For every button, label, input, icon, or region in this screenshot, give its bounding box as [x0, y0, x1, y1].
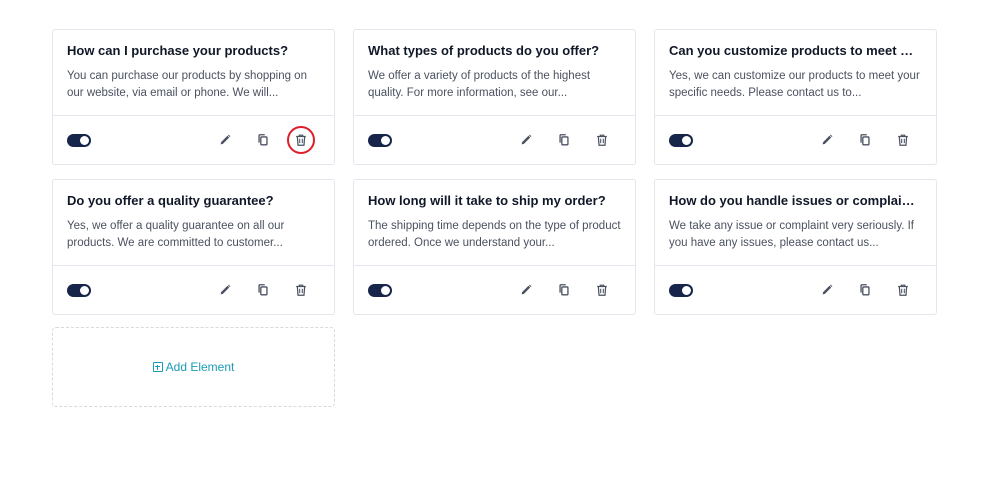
- delete-button[interactable]: [287, 126, 315, 154]
- card-actions: [817, 130, 913, 150]
- faq-card-grid: How can I purchase your products? You ca…: [52, 29, 937, 315]
- duplicate-button[interactable]: [253, 280, 273, 300]
- plus-square-icon: [152, 362, 163, 372]
- faq-question: How long will it take to ship my order?: [368, 193, 606, 208]
- duplicate-button[interactable]: [554, 130, 574, 150]
- copy-icon: [860, 134, 870, 146]
- enabled-toggle[interactable]: [67, 283, 91, 297]
- edit-button[interactable]: [817, 280, 837, 300]
- toggle-knob: [80, 285, 89, 295]
- faq-question: What types of products do you offer?: [368, 43, 600, 58]
- faq-card-body: How can I purchase your products? You ca…: [53, 30, 334, 116]
- add-element-button[interactable]: Add Element: [52, 327, 335, 407]
- card-actions: [215, 126, 315, 154]
- copy-icon: [258, 284, 268, 296]
- trash-icon: [597, 134, 607, 146]
- faq-card-footer: [354, 116, 635, 164]
- enabled-toggle[interactable]: [669, 283, 693, 297]
- duplicate-button[interactable]: [253, 130, 273, 150]
- trash-icon: [898, 284, 908, 296]
- faq-card-body: Do you offer a quality guarantee? Yes, w…: [53, 180, 334, 266]
- add-element-label: Add Element: [165, 360, 235, 374]
- faq-card: What types of products do you offer? We …: [353, 29, 636, 165]
- faq-question: How do you handle issues or complaints?: [669, 193, 922, 208]
- faq-card: Do you offer a quality guarantee? Yes, w…: [52, 179, 335, 315]
- duplicate-button[interactable]: [554, 280, 574, 300]
- delete-button[interactable]: [592, 130, 612, 150]
- enabled-toggle[interactable]: [368, 133, 392, 147]
- faq-card: How can I purchase your products? You ca…: [52, 29, 335, 165]
- duplicate-button[interactable]: [855, 280, 875, 300]
- faq-card: How long will it take to ship my order? …: [353, 179, 636, 315]
- faq-card-footer: [53, 116, 334, 164]
- toggle-knob: [682, 285, 691, 295]
- pencil-icon: [521, 134, 532, 145]
- faq-card-footer: [655, 266, 936, 314]
- delete-button[interactable]: [893, 130, 913, 150]
- faq-question: How can I purchase your products?: [67, 43, 289, 58]
- card-actions: [516, 130, 612, 150]
- card-actions: [817, 280, 913, 300]
- faq-card-footer: [655, 116, 936, 164]
- faq-answer-preview: You can purchase our products by shoppin…: [67, 70, 307, 99]
- highlight-circle: [287, 126, 315, 154]
- enabled-toggle[interactable]: [67, 133, 91, 147]
- faq-card-footer: [53, 266, 334, 314]
- enabled-toggle[interactable]: [368, 283, 392, 297]
- faq-card: How do you handle issues or complaints? …: [654, 179, 937, 315]
- card-actions: [215, 280, 311, 300]
- faq-card-body: How do you handle issues or complaints? …: [655, 180, 936, 266]
- toggle-knob: [381, 135, 390, 145]
- faq-answer-preview: We offer a variety of products of the hi…: [368, 70, 591, 99]
- faq-card-body: How long will it take to ship my order? …: [354, 180, 635, 266]
- edit-button[interactable]: [215, 280, 235, 300]
- pencil-icon: [220, 134, 231, 145]
- faq-answer-preview: We take any issue or complaint very seri…: [669, 220, 915, 249]
- toggle-knob: [682, 135, 691, 145]
- faq-answer-preview: The shipping time depends on the type of…: [368, 220, 621, 249]
- delete-button[interactable]: [291, 280, 311, 300]
- edit-button[interactable]: [215, 130, 235, 150]
- delete-button[interactable]: [592, 280, 612, 300]
- enabled-toggle[interactable]: [669, 133, 693, 147]
- faq-question: Can you customize products to meet my ..…: [669, 43, 922, 58]
- pencil-icon: [822, 284, 833, 295]
- faq-card-body: What types of products do you offer? We …: [354, 30, 635, 116]
- delete-button[interactable]: [893, 280, 913, 300]
- trash-icon: [597, 284, 607, 296]
- edit-button[interactable]: [516, 280, 536, 300]
- copy-icon: [559, 284, 569, 296]
- faq-answer-preview: Yes, we offer a quality guarantee on all…: [67, 220, 285, 249]
- pencil-icon: [521, 284, 532, 295]
- faq-card-footer: [354, 266, 635, 314]
- toggle-knob: [381, 285, 390, 295]
- faq-answer-preview: Yes, we can customize our products to me…: [669, 70, 920, 99]
- copy-icon: [258, 134, 268, 146]
- edit-button[interactable]: [817, 130, 837, 150]
- card-actions: [516, 280, 612, 300]
- copy-icon: [860, 284, 870, 296]
- trash-icon: [898, 134, 908, 146]
- copy-icon: [559, 134, 569, 146]
- trash-icon: [296, 284, 306, 296]
- edit-button[interactable]: [516, 130, 536, 150]
- faq-card: Can you customize products to meet my ..…: [654, 29, 937, 165]
- pencil-icon: [220, 284, 231, 295]
- toggle-knob: [80, 135, 89, 145]
- pencil-icon: [822, 134, 833, 145]
- faq-question: Do you offer a quality guarantee?: [67, 193, 274, 208]
- duplicate-button[interactable]: [855, 130, 875, 150]
- faq-card-body: Can you customize products to meet my ..…: [655, 30, 936, 116]
